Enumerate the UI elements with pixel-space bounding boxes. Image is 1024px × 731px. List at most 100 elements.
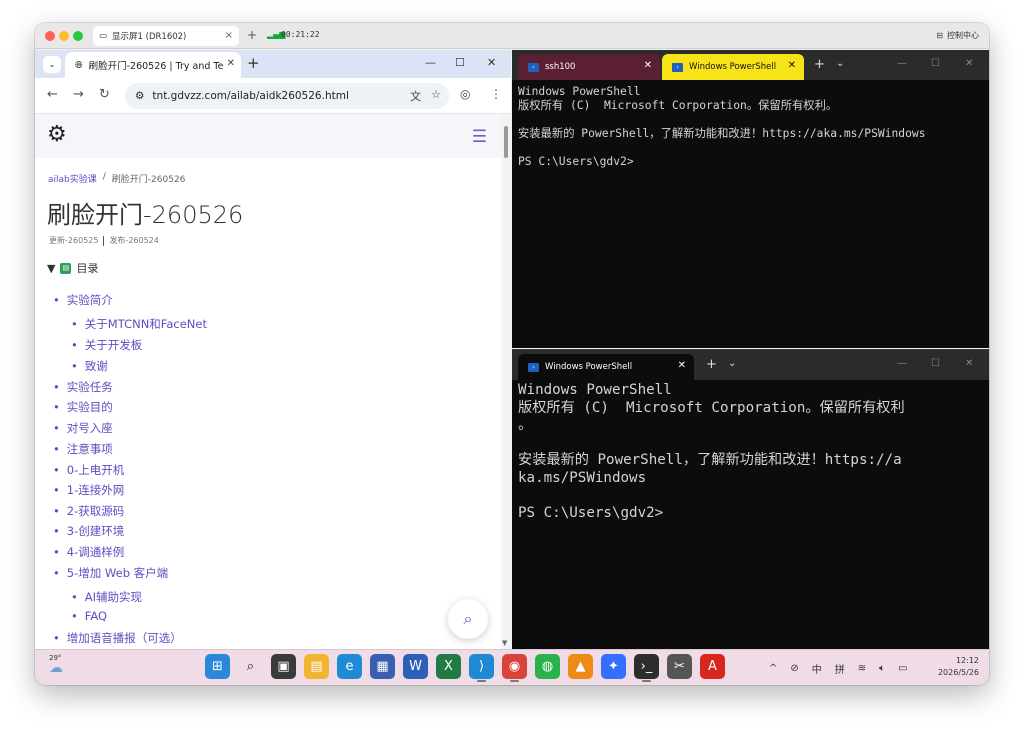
ime-indicator[interactable]: 拼	[835, 661, 845, 676]
terminal-bottom[interactable]: › Windows PowerShell ✕ + ⌄ — ☐ ✕ Windows…	[512, 349, 989, 649]
toc-item[interactable]: • 5-增加 Web 客户端	[53, 565, 168, 581]
maximize-icon[interactable]: ☐	[455, 56, 465, 69]
toc-item[interactable]: • 致谢	[71, 358, 108, 374]
toc-item[interactable]: • AI辅助实现	[71, 589, 142, 605]
battery-icon[interactable]: ▭	[898, 663, 907, 674]
scroll-down-arrow-icon[interactable]: ▼	[502, 639, 507, 647]
chrome-tab-active[interactable]: 🌐︎ 刷脸开门-260526 | Try and Te ✕	[65, 52, 241, 78]
toc-header[interactable]: ▼ ▤ 目录	[47, 260, 98, 276]
search-fab-button[interactable]: ⌕	[448, 599, 488, 639]
powershell-icon: ›	[528, 362, 539, 372]
reload-icon[interactable]: ↻	[99, 87, 110, 102]
control-center-label: 控制中心	[947, 31, 979, 40]
chevron-down-icon[interactable]: ⌄	[836, 58, 844, 69]
maximize-icon[interactable]: ☐	[931, 58, 940, 69]
control-center-button[interactable]: ⊟ 控制中心	[936, 30, 979, 41]
word-icon[interactable]: W	[403, 654, 428, 679]
new-tab-button[interactable]: +	[814, 57, 825, 72]
terminal-top[interactable]: › ssh100 ✕ › Windows PowerShell ✕ + ⌄ — …	[512, 50, 989, 348]
display-tab[interactable]: ▭ 显示屏1 (DR1602) ×	[93, 26, 239, 46]
gear-icon[interactable]: ⚙	[47, 122, 67, 147]
chrome-icon[interactable]: ◉	[502, 654, 527, 682]
file-explorer-icon[interactable]: ▤	[304, 654, 329, 679]
snipping-tool-icon[interactable]: ✂	[667, 654, 692, 679]
new-tab-button[interactable]: +	[247, 54, 260, 72]
toc-toggle-triangle-icon[interactable]: ▼	[47, 262, 55, 275]
toc-item[interactable]: • 0-上电开机	[53, 462, 124, 478]
close-icon[interactable]: ✕	[227, 58, 235, 69]
close-icon[interactable]: ✕	[644, 60, 652, 71]
address-bar[interactable]: ⚙ tnt.gdvzz.com/ailab/aidk260526.html 文 …	[125, 83, 449, 109]
wifi-icon[interactable]: ≋	[858, 663, 866, 674]
toc-item[interactable]: • 关于开发板	[71, 337, 142, 353]
terminal-output[interactable]: Windows PowerShell 版权所有 (C) Microsoft Cor…	[518, 382, 983, 522]
more-menu-icon[interactable]: ⋮	[490, 87, 502, 101]
terminal-icon[interactable]: ›_	[634, 654, 659, 682]
toc-item[interactable]: • 注意事项	[53, 441, 113, 457]
store-icon[interactable]: ▦	[370, 654, 395, 679]
minimize-window-button[interactable]	[59, 31, 69, 41]
toc-item[interactable]: • FAQ	[71, 609, 107, 623]
close-icon[interactable]: ×	[225, 30, 233, 41]
close-icon[interactable]: ✕	[965, 58, 973, 69]
breadcrumb-link[interactable]: ailab实验课	[48, 172, 97, 185]
toc-item[interactable]: • 3-创建环境	[53, 523, 124, 539]
maximize-icon[interactable]: ☐	[931, 358, 940, 369]
toc-item[interactable]: • 1-连接外网	[53, 482, 124, 498]
minimize-icon[interactable]: —	[897, 358, 907, 369]
new-display-button[interactable]: +	[247, 28, 257, 42]
close-icon[interactable]: ✕	[487, 56, 496, 69]
profile-icon[interactable]: ◎	[460, 87, 470, 101]
volume-icon[interactable]: 🔈︎	[879, 663, 885, 674]
terminal-tab-powershell[interactable]: › Windows PowerShell ✕	[662, 54, 804, 80]
close-icon[interactable]: ✕	[678, 360, 686, 371]
new-tab-button[interactable]: +	[706, 357, 717, 372]
toc-item[interactable]: • 实验任务	[53, 379, 113, 395]
translate-icon[interactable]: 文	[410, 88, 421, 104]
hamburger-menu-icon[interactable]: ☰	[472, 127, 487, 147]
toc-item-label: 5-增加 Web 客户端	[66, 566, 169, 580]
toc-item[interactable]: • 实验目的	[53, 399, 113, 415]
vlc-icon[interactable]: ▲	[568, 654, 593, 679]
minimize-icon[interactable]: —	[897, 58, 907, 69]
url-text[interactable]: tnt.gdvzz.com/ailab/aidk260526.html	[152, 90, 348, 102]
toc-item[interactable]: • 对号入座	[53, 420, 113, 436]
forward-arrow-icon[interactable]: →	[73, 87, 84, 102]
terminal-output[interactable]: Windows PowerShell 版权所有 (C) Microsoft Cor…	[518, 85, 983, 169]
toc-item[interactable]: • 实验简介	[53, 292, 113, 308]
excel-icon[interactable]: X	[436, 654, 461, 679]
toc-item[interactable]: • 增加语音播报（可选）	[53, 630, 182, 646]
toc-item[interactable]: • 关于MTCNN和FaceNet	[71, 316, 207, 332]
acrobat-icon[interactable]: A	[700, 654, 725, 679]
tab-search-chevron-icon[interactable]: ⌄	[43, 56, 61, 73]
terminal-tab-strip: › ssh100 ✕ › Windows PowerShell ✕ + ⌄ — …	[512, 50, 989, 80]
page-scrollbar[interactable]: ▼	[501, 114, 511, 649]
ime-mode-indicator[interactable]: 中	[812, 661, 822, 676]
edge-icon[interactable]: e	[337, 654, 362, 679]
terminal-tab-ssh[interactable]: › ssh100 ✕	[518, 54, 660, 80]
terminal-tab-powershell[interactable]: › Windows PowerShell ✕	[518, 354, 694, 380]
task-view-icon[interactable]: ▣	[271, 654, 296, 679]
wechat-icon[interactable]: ◍	[535, 654, 560, 679]
weather-widget[interactable]: 29° ☁	[49, 654, 63, 676]
windows-start-icon[interactable]: ⊞	[205, 654, 230, 679]
feishu-icon[interactable]: ✦	[601, 654, 626, 679]
zoom-window-button[interactable]	[73, 31, 83, 41]
back-arrow-icon[interactable]: ←	[47, 87, 58, 102]
site-info-icon[interactable]: ⚙	[135, 90, 144, 102]
taskbar-clock[interactable]: 12:12 2026/5/26	[938, 655, 979, 679]
close-icon[interactable]: ✕	[965, 358, 973, 369]
scrollbar-thumb[interactable]	[504, 126, 508, 158]
chevron-down-icon[interactable]: ⌄	[728, 358, 736, 369]
toc-item[interactable]: • 4-调通样例	[53, 544, 124, 560]
close-icon[interactable]: ✕	[788, 60, 796, 71]
vscode-icon[interactable]: ⟩	[469, 654, 494, 682]
search-icon[interactable]: ⌕	[238, 654, 263, 679]
minimize-icon[interactable]: —	[425, 56, 436, 69]
chevron-up-icon[interactable]: ^	[769, 663, 777, 674]
close-window-button[interactable]	[45, 31, 55, 41]
bookmark-star-icon[interactable]: ☆	[431, 88, 441, 104]
toc-item[interactable]: • 2-获取源码	[53, 503, 124, 519]
notification-off-icon[interactable]: ⊘	[790, 663, 798, 674]
